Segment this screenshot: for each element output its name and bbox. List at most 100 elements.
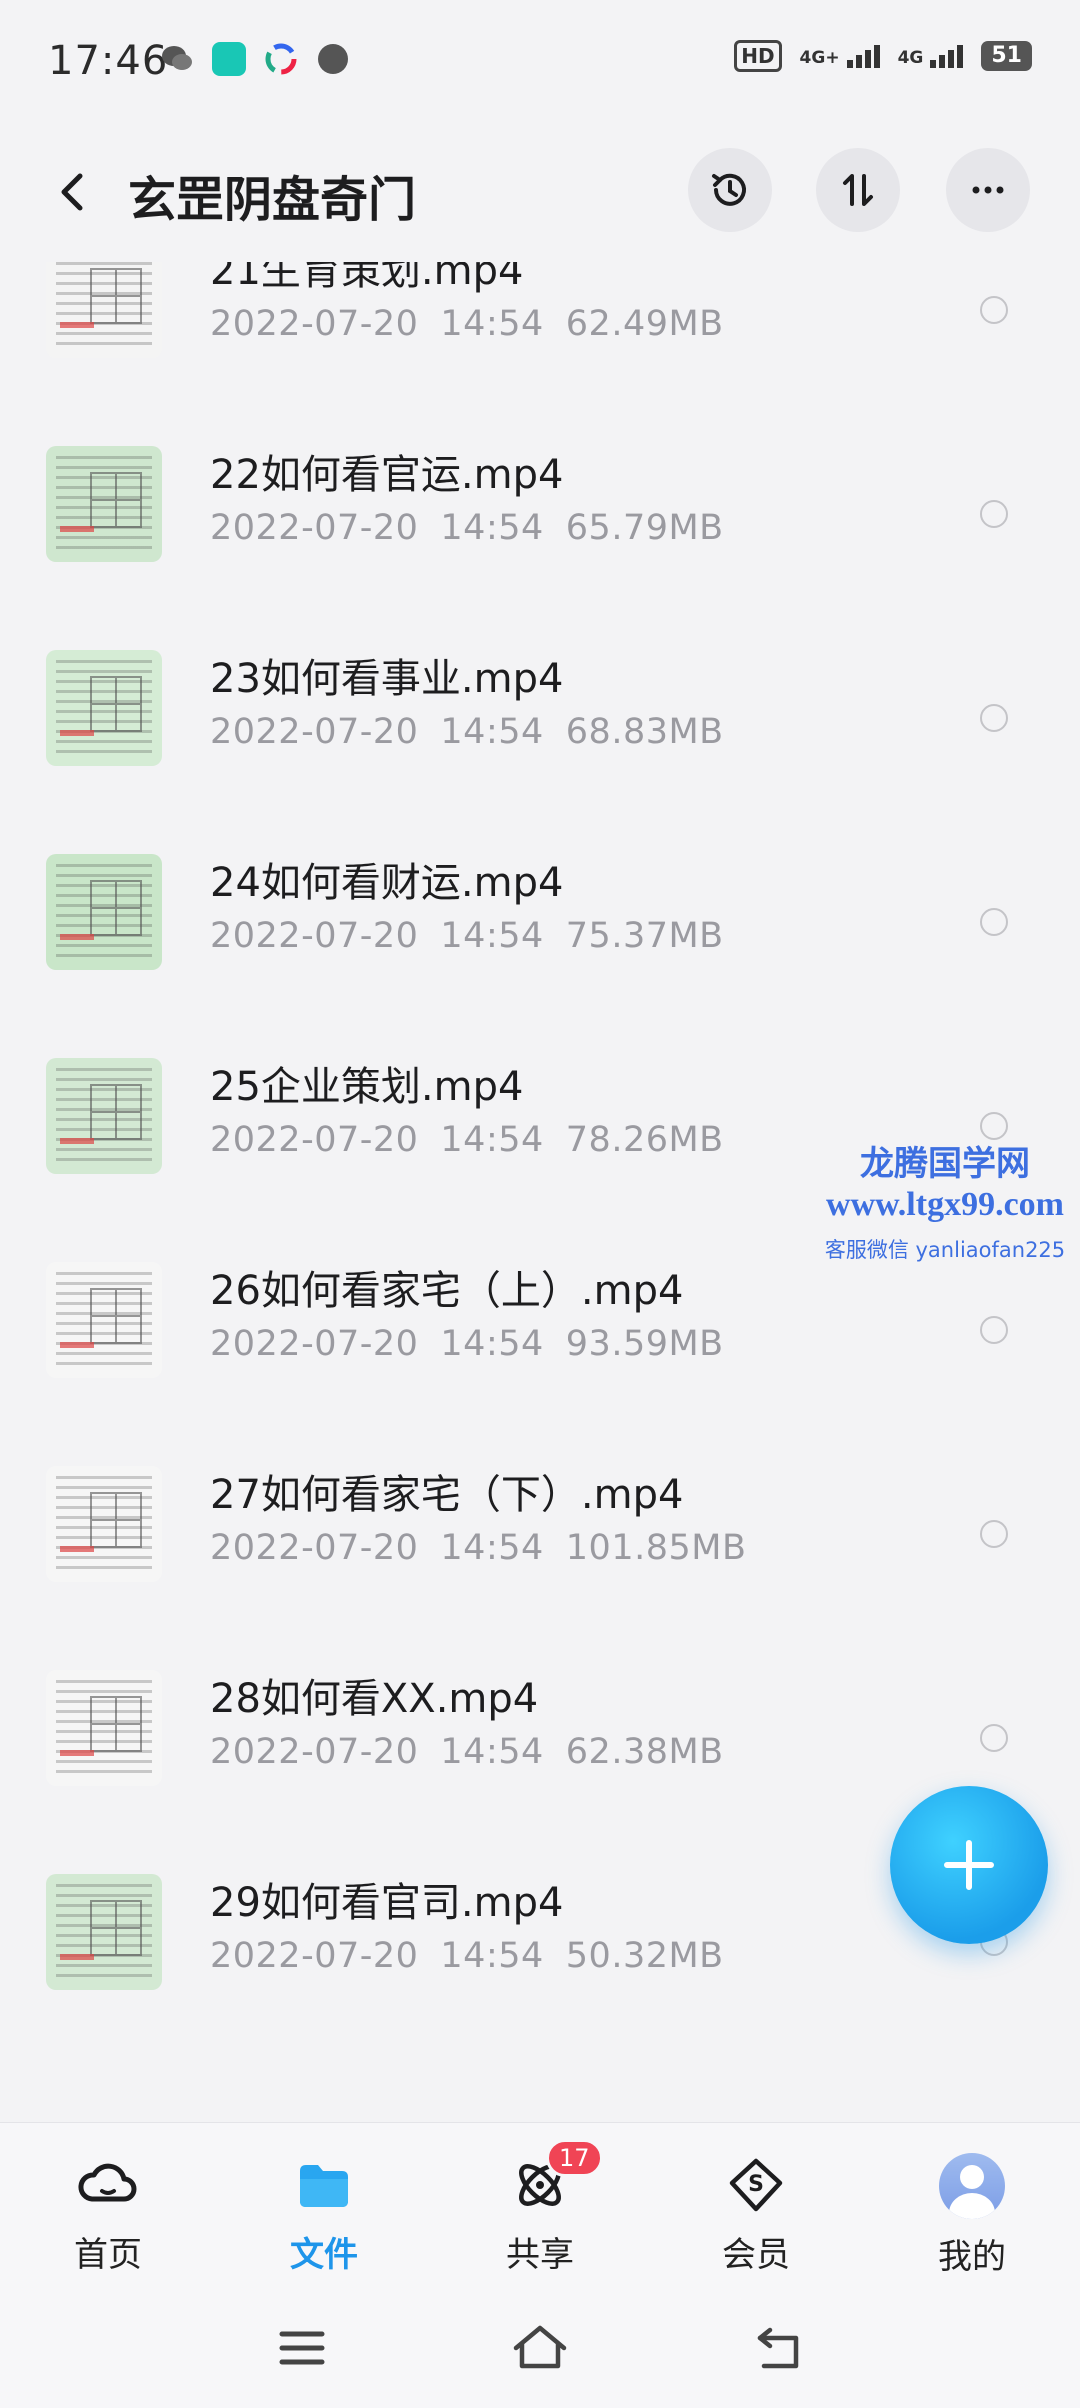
signal-4gplus-icon: 4G+: [800, 44, 880, 68]
file-date: 2022-07-20: [210, 1324, 419, 1364]
select-radio[interactable]: [980, 1316, 1008, 1344]
file-time: 14:54: [440, 916, 544, 956]
file-time: 14:54: [440, 508, 544, 548]
more-button[interactable]: [946, 148, 1030, 232]
folder-icon: [300, 2165, 348, 2207]
select-radio[interactable]: [980, 296, 1008, 324]
file-size: 78.26MB: [565, 1120, 724, 1160]
file-time: 14:54: [440, 712, 544, 752]
top-app-bar: 玄罡阴盘奇门: [0, 140, 1080, 240]
video-thumbnail: [46, 446, 162, 562]
file-time: 14:54: [440, 1528, 544, 1568]
video-thumbnail: [46, 1466, 162, 1582]
cloud-home-icon: [78, 2163, 137, 2202]
color-ring-icon: [264, 42, 298, 76]
nav-home-label: 首页: [74, 2235, 142, 2275]
file-row[interactable]: 27如何看家宅（下）.mp4 2022-07-20 14:54 101.85MB: [0, 1424, 1080, 1628]
file-time: 14:54: [440, 1324, 544, 1364]
nav-share[interactable]: 17 共享: [460, 2139, 620, 2276]
plus-icon: [944, 1840, 994, 1890]
battery-icon: 51: [981, 41, 1032, 71]
file-name: 21生育策划.mp4: [210, 262, 524, 294]
nav-home[interactable]: 首页: [28, 2153, 188, 2276]
status-indicators: HD 4G+ 4G 51: [734, 40, 1032, 72]
file-meta: 2022-07-20 14:54 93.59MB: [210, 1324, 724, 1364]
file-row[interactable]: 28如何看XX.mp4 2022-07-20 14:54 62.38MB: [0, 1628, 1080, 1832]
file-date: 2022-07-20: [210, 1528, 419, 1568]
system-nav-bar: [0, 2292, 1080, 2408]
home-icon[interactable]: [508, 2316, 572, 2380]
select-radio[interactable]: [980, 1520, 1008, 1548]
tv-app-icon: [212, 42, 246, 76]
file-size: 93.59MB: [565, 1324, 724, 1364]
file-meta: 2022-07-20 14:54 78.26MB: [210, 1120, 724, 1160]
select-radio[interactable]: [980, 704, 1008, 732]
select-radio[interactable]: [980, 1724, 1008, 1752]
file-row[interactable]: 22如何看官运.mp4 2022-07-20 14:54 65.79MB: [0, 404, 1080, 608]
file-row[interactable]: 24如何看财运.mp4 2022-07-20 14:54 75.37MB: [0, 812, 1080, 1016]
video-thumbnail: [46, 1262, 162, 1378]
file-name: 28如何看XX.mp4: [210, 1676, 539, 1722]
add-button[interactable]: [890, 1786, 1048, 1944]
file-name: 24如何看财运.mp4: [210, 860, 564, 906]
nav-files-label: 文件: [290, 2235, 358, 2275]
back-return-icon[interactable]: [748, 2316, 812, 2380]
file-name: 25企业策划.mp4: [210, 1064, 524, 1110]
file-date: 2022-07-20: [210, 712, 419, 752]
more-icon: [972, 186, 1004, 194]
avatar-icon: [939, 2153, 1005, 2219]
file-name: 22如何看官运.mp4: [210, 452, 564, 498]
file-size: 62.38MB: [565, 1732, 724, 1772]
file-time: 14:54: [440, 1936, 544, 1976]
file-size: 50.32MB: [565, 1936, 724, 1976]
file-size: 65.79MB: [565, 508, 724, 548]
video-thumbnail: [46, 650, 162, 766]
status-time: 17:46: [48, 38, 169, 84]
file-date: 2022-07-20: [210, 1732, 419, 1772]
file-date: 2022-07-20: [210, 1120, 419, 1160]
file-meta: 2022-07-20 14:54 68.83MB: [210, 712, 724, 752]
watermark-title: 龙腾国学网: [860, 1144, 1030, 1184]
page-title: 玄罡阴盘奇门: [128, 172, 417, 228]
file-size: 68.83MB: [565, 712, 724, 752]
compass-icon: [316, 42, 350, 76]
vip-diamond-icon: S: [729, 2158, 783, 2212]
file-meta: 2022-07-20 14:54 65.79MB: [210, 508, 724, 548]
select-radio[interactable]: [980, 908, 1008, 936]
video-thumbnail: [46, 262, 162, 358]
history-button[interactable]: [688, 148, 772, 232]
video-thumbnail: [46, 1670, 162, 1786]
video-thumbnail: [46, 854, 162, 970]
watermark-url: www.ltgx99.com: [826, 1186, 1064, 1223]
menu-icon[interactable]: [270, 2316, 334, 2380]
file-name: 26如何看家宅（上）.mp4: [210, 1268, 684, 1314]
file-time: 14:54: [440, 304, 544, 344]
nav-files[interactable]: 文件: [244, 2153, 404, 2276]
hd-icon: HD: [734, 40, 782, 72]
file-name: 27如何看家宅（下）.mp4: [210, 1472, 684, 1518]
history-icon: [712, 173, 746, 206]
wechat-icon: [160, 42, 194, 76]
file-meta: 2022-07-20 14:54 101.85MB: [210, 1528, 746, 1568]
file-row[interactable]: 21生育策划.mp4 2022-07-20 14:54 62.49MB: [0, 262, 1080, 404]
bottom-nav: 首页 文件 17 共享 S 会员 我的: [0, 2122, 1080, 2293]
share-badge: 17: [546, 2139, 603, 2177]
status-bar: 17:46 HD 4G+ 4G 51: [0, 0, 1080, 130]
file-date: 2022-07-20: [210, 916, 419, 956]
back-icon[interactable]: [44, 162, 104, 222]
select-radio[interactable]: [980, 500, 1008, 528]
status-app-icons: [160, 42, 350, 76]
file-name: 23如何看事业.mp4: [210, 656, 564, 702]
nav-profile[interactable]: 我的: [892, 2153, 1052, 2278]
watermark-contact: 客服微信 yanliaofan225: [824, 1238, 1066, 1262]
svg-text:S: S: [748, 2172, 764, 2197]
nav-vip[interactable]: S 会员: [676, 2153, 836, 2276]
sort-icon: [843, 174, 873, 206]
file-row[interactable]: 23如何看事业.mp4 2022-07-20 14:54 68.83MB: [0, 608, 1080, 812]
sort-button[interactable]: [816, 148, 900, 232]
nav-vip-label: 会员: [722, 2235, 790, 2275]
file-meta: 2022-07-20 14:54 62.49MB: [210, 304, 724, 344]
video-thumbnail: [46, 1874, 162, 1990]
file-date: 2022-07-20: [210, 304, 419, 344]
video-thumbnail: [46, 1058, 162, 1174]
